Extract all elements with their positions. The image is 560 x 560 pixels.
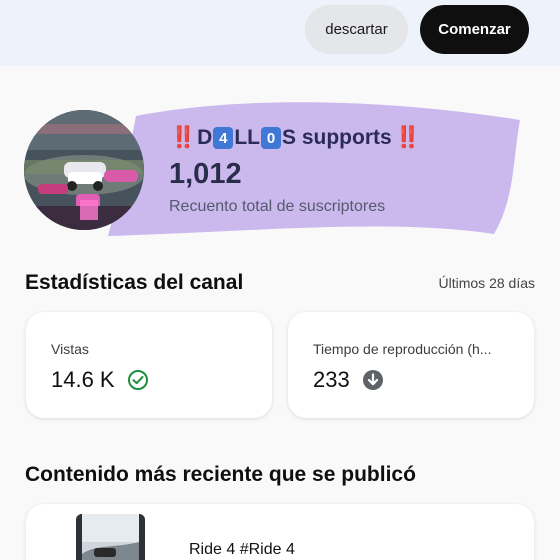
watch-time-value: 233 bbox=[313, 367, 350, 392]
subscriber-count: 1,012 bbox=[169, 158, 242, 190]
video-title[interactable]: Ride 4 #Ride 4 bbox=[189, 541, 295, 559]
top-bar: descartar Comenzar bbox=[0, 0, 560, 66]
views-value-row: 14.6 K bbox=[51, 367, 149, 393]
double-exclamation-emoji: ‼️ bbox=[170, 126, 196, 149]
double-exclamation-emoji: ‼️ bbox=[394, 126, 421, 149]
channel-name-part: LL bbox=[234, 126, 260, 149]
subscriber-label: Recuento total de suscriptores bbox=[169, 198, 386, 215]
thumbnail-image bbox=[76, 514, 145, 560]
watch-time-card[interactable]: Tiempo de reproducción (h... 233 bbox=[288, 312, 534, 418]
period-label: Últimos 28 días bbox=[438, 275, 535, 291]
channel-name-part: S supports bbox=[281, 126, 392, 149]
keycap-digit: 0 bbox=[260, 127, 281, 149]
recent-content-title: Contenido más reciente que se publicó bbox=[25, 463, 416, 486]
keycap-digit: 4 bbox=[213, 127, 234, 149]
stats-section-title: Estadísticas del canal bbox=[25, 271, 244, 294]
avatar-image bbox=[24, 110, 144, 230]
channel-name: ‼️ D 4 LL 0 S supports ‼️ bbox=[170, 126, 421, 150]
channel-name-part: D bbox=[197, 126, 213, 149]
views-value: 14.6 K bbox=[51, 367, 115, 392]
views-label: Vistas bbox=[51, 341, 89, 357]
views-card[interactable]: Vistas 14.6 K bbox=[26, 312, 272, 418]
watch-time-label: Tiempo de reproducción (h... bbox=[313, 341, 492, 357]
start-button[interactable]: Comenzar bbox=[420, 5, 529, 54]
discard-button[interactable]: descartar bbox=[305, 5, 408, 54]
arrow-down-circle-icon bbox=[362, 369, 384, 391]
check-circle-icon bbox=[127, 369, 149, 391]
video-thumbnail[interactable] bbox=[76, 514, 145, 560]
recent-video-card[interactable]: Ride 4 #Ride 4 bbox=[26, 504, 534, 560]
channel-avatar[interactable] bbox=[24, 110, 144, 230]
watch-time-value-row: 233 bbox=[313, 367, 384, 393]
